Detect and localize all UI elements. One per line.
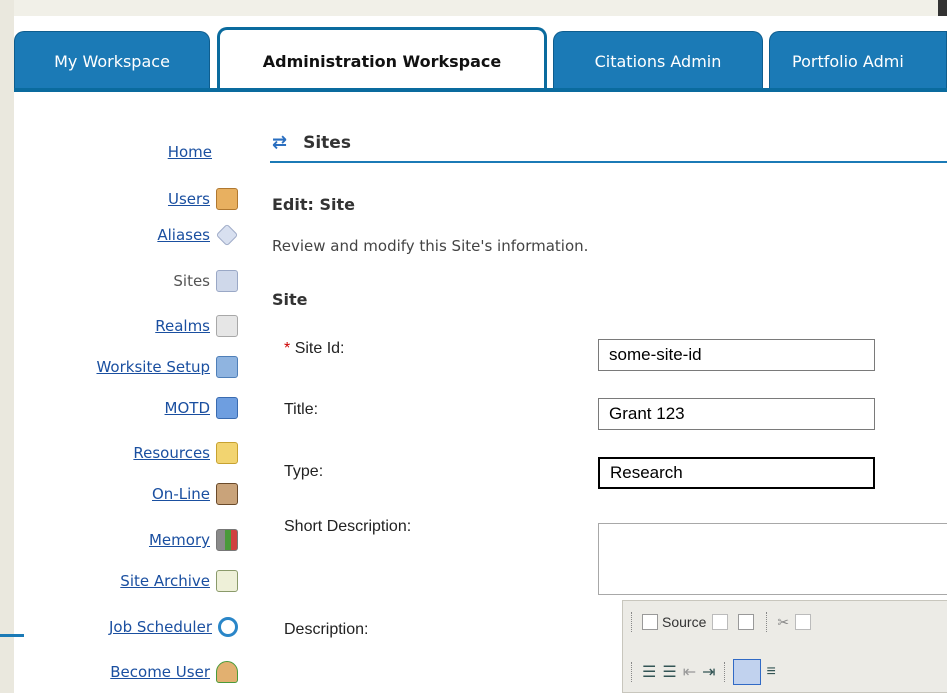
nav-item-job-scheduler[interactable]: Job Scheduler (109, 613, 244, 641)
paste-text-icon (795, 614, 812, 630)
instructions: Review and modify this Site's informatio… (272, 237, 589, 255)
page-title: Edit: Site (272, 195, 355, 214)
numbered-list-icon: ☰ (642, 664, 657, 681)
paste-icon (738, 614, 755, 630)
align-center-icon: ≡ (766, 663, 776, 680)
nav-item-worksite-setup[interactable]: Worksite Setup (96, 353, 244, 381)
nav-item-realms[interactable]: Realms (155, 312, 244, 340)
nav-item-aliases[interactable]: Aliases (157, 221, 244, 249)
nav-item-on-line[interactable]: On-Line (152, 480, 244, 508)
worksite-icon (216, 356, 238, 378)
folder-icon (216, 442, 238, 464)
type-label: Type: (284, 463, 324, 480)
nav-item-memory[interactable]: Memory (149, 526, 244, 554)
title-field[interactable] (598, 398, 875, 430)
required-mark: * (284, 340, 291, 357)
paste-button[interactable] (738, 614, 758, 630)
nav-item-home[interactable]: Home (168, 138, 244, 166)
archive-icon (216, 570, 238, 592)
toolbar-separator (723, 662, 727, 682)
toolbar-separator (631, 612, 634, 632)
short-description-field[interactable] (598, 523, 947, 595)
nav-item-sites[interactable]: Sites (173, 267, 244, 295)
tab-administration-workspace[interactable]: Administration Workspace (217, 27, 547, 92)
chart-icon (216, 529, 238, 551)
editor-toolbar-row-1: Source ✂ (623, 605, 815, 639)
copy-icon (712, 614, 729, 630)
tag-icon (215, 223, 239, 247)
left-accent-line (0, 634, 24, 637)
nav-item-site-archive[interactable]: Site Archive (120, 567, 244, 595)
section-heading: Site (272, 290, 308, 309)
site-id-label: * Site Id: (284, 340, 345, 357)
indent-icon: ⇥ (702, 664, 716, 681)
outdent-button[interactable]: ⇤ (683, 662, 696, 682)
copy-button[interactable] (712, 614, 732, 630)
left-margin (0, 0, 14, 693)
editor-toolbar-row-2: ☰ ☰ ⇤ ⇥ ≡ (623, 655, 776, 689)
nav-item-become-user[interactable]: Become User (110, 658, 244, 686)
tab-portfolio-admin[interactable]: Portfolio Admi (769, 31, 947, 91)
description-editor: Source ✂ ☰ ☰ ⇤ ⇥ ≡ (622, 600, 947, 693)
source-button[interactable]: Source (642, 614, 706, 630)
reset-arrows-icon[interactable]: ⇄ (272, 132, 287, 153)
banner-corner (938, 0, 947, 16)
toolbar-separator (766, 612, 769, 632)
bullet-list-icon: ☰ (662, 664, 677, 681)
title-rule (270, 161, 947, 163)
description-label: Description: (284, 621, 369, 638)
tool-title: ⇄ Sites (272, 132, 351, 153)
align-center-button[interactable]: ≡ (767, 663, 776, 681)
tab-bar-underline (14, 88, 947, 92)
toolbar-separator (631, 662, 634, 682)
type-field[interactable] (598, 457, 875, 489)
flag-icon (216, 397, 238, 419)
clock-icon (218, 617, 238, 637)
tab-citations-admin[interactable]: Citations Admin (553, 31, 763, 91)
cut-button[interactable]: ✂ (777, 614, 789, 631)
become-user-icon (216, 661, 238, 683)
nav-item-motd[interactable]: MOTD (165, 394, 244, 422)
bullet-list-button[interactable]: ☰ (662, 662, 676, 682)
numbered-list-button[interactable]: ☰ (642, 662, 656, 682)
scissors-icon: ✂ (777, 613, 790, 630)
short-description-label: Short Description: (284, 518, 412, 535)
users-icon (216, 188, 238, 210)
realms-icon (216, 315, 238, 337)
source-icon (642, 614, 658, 630)
site-id-field[interactable] (598, 339, 875, 371)
contact-card-icon (216, 483, 238, 505)
outdent-icon: ⇤ (682, 664, 697, 681)
nav-item-resources[interactable]: Resources (133, 439, 244, 467)
indent-button[interactable]: ⇥ (702, 662, 715, 682)
sites-icon (216, 270, 238, 292)
title-label: Title: (284, 401, 319, 418)
align-left-button[interactable] (732, 659, 761, 685)
top-banner (0, 0, 947, 17)
nav-item-users[interactable]: Users (168, 185, 244, 213)
tab-my-workspace[interactable]: My Workspace (14, 31, 210, 91)
paste-text-button[interactable] (795, 614, 815, 630)
